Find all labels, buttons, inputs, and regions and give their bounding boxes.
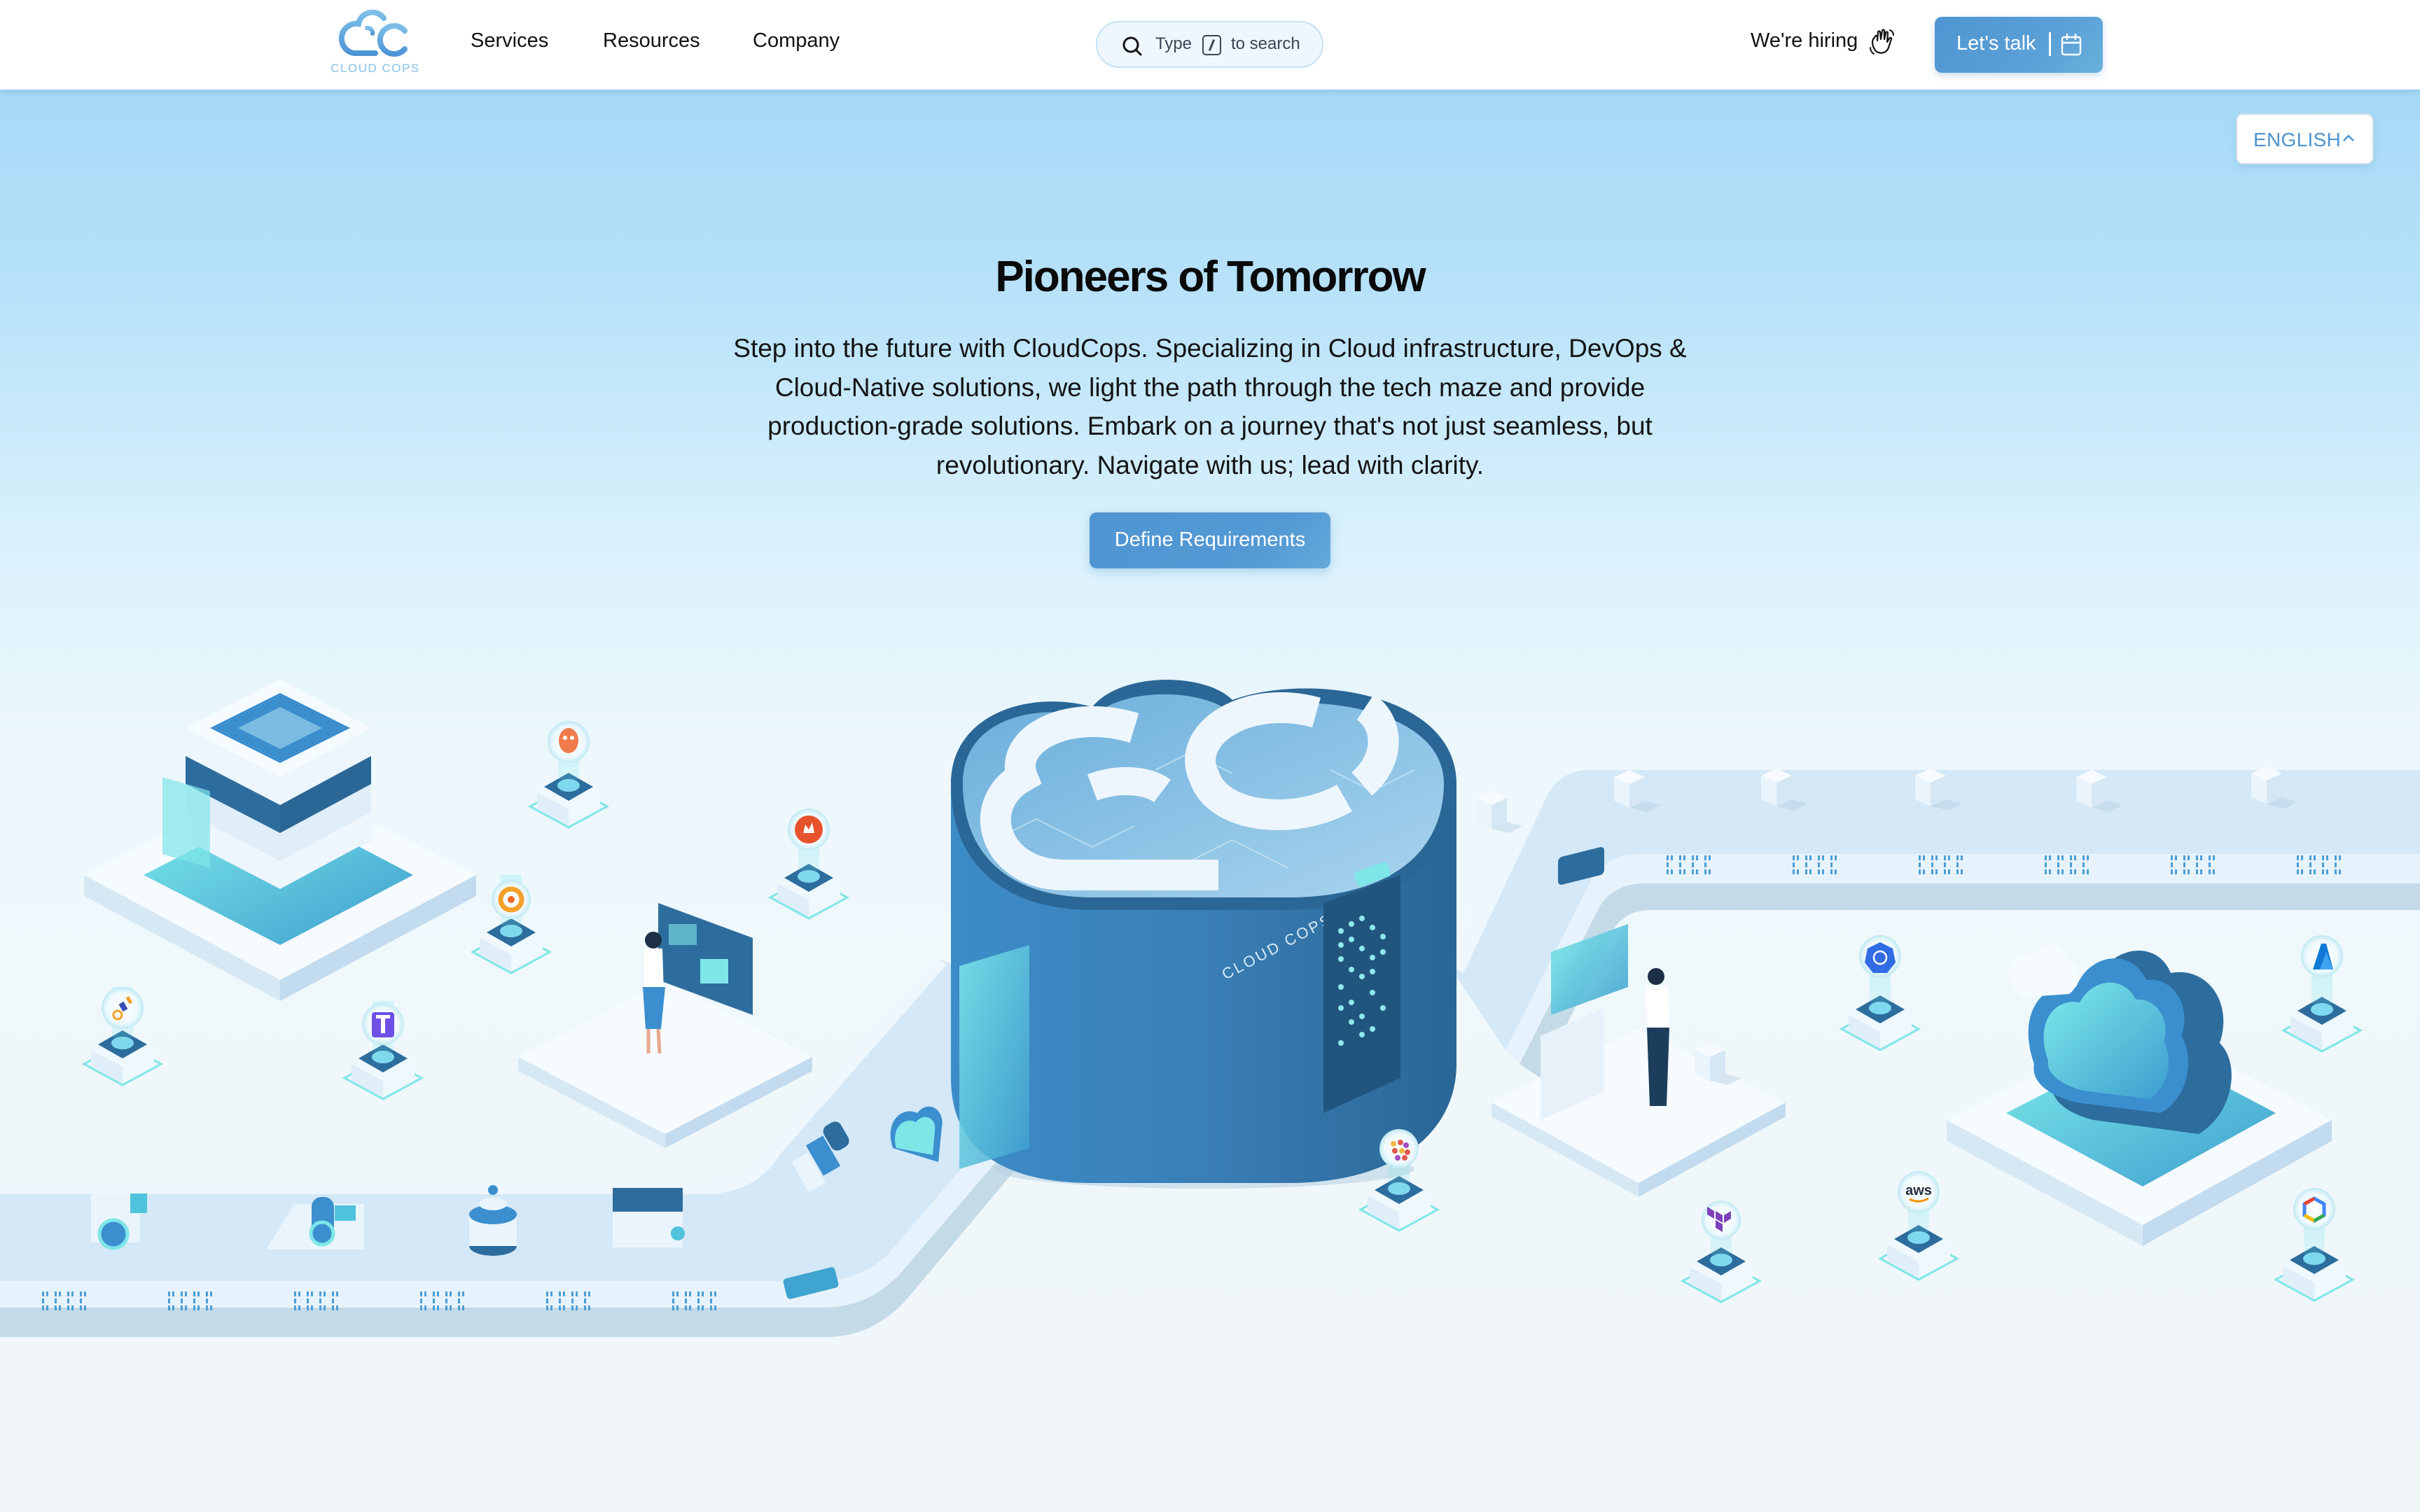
nav-company[interactable]: Company bbox=[753, 29, 840, 52]
nav-services[interactable]: Services bbox=[471, 29, 548, 52]
hero-title: Pioneers of Tomorrow bbox=[995, 253, 1426, 301]
belt-item-4 bbox=[613, 1188, 685, 1247]
right-cloud-platform bbox=[1947, 944, 2332, 1246]
button-divider bbox=[2049, 32, 2051, 56]
tool-badge-prometheus bbox=[769, 808, 849, 920]
search-icon bbox=[1122, 36, 1142, 56]
aws-icon: aws bbox=[1905, 1183, 1932, 1198]
cloud-logo-icon bbox=[338, 9, 408, 57]
tool-badge-grafana bbox=[471, 874, 551, 974]
tool-badge-keda bbox=[83, 986, 162, 1086]
tool-badge-traefik bbox=[343, 1000, 423, 1100]
hero-description: Step into the future with CloudCops. Spe… bbox=[733, 334, 1687, 479]
tool-badge-gcp bbox=[2274, 1188, 2354, 1302]
search-input[interactable]: Type to search bbox=[1096, 21, 1323, 68]
search-suffix: to search bbox=[1231, 34, 1300, 53]
left-server-tower bbox=[84, 679, 476, 1001]
nav-resources[interactable]: Resources bbox=[603, 29, 700, 52]
calendar-icon bbox=[2061, 34, 2082, 56]
tool-badge-azure bbox=[2282, 935, 2362, 1053]
lower-conveyor-belt bbox=[0, 959, 1092, 1337]
analyst-woman-platform bbox=[518, 903, 812, 1148]
argo-octopus-icon bbox=[559, 728, 578, 753]
tool-badge-kubernetes bbox=[1840, 935, 1920, 1051]
slash-key-icon bbox=[1202, 35, 1221, 55]
tool-badge-terraform bbox=[1681, 1200, 1761, 1303]
hiring-link[interactable]: We're hiring bbox=[1751, 29, 1858, 52]
define-requirements-label: Define Requirements bbox=[1114, 528, 1306, 551]
lets-talk-button[interactable]: Let's talk bbox=[1935, 17, 2103, 73]
chevron-up-icon bbox=[2343, 134, 2354, 141]
lets-talk-label: Let's talk bbox=[1956, 32, 2036, 55]
search-prefix: Type bbox=[1155, 34, 1192, 53]
tool-badge-argo bbox=[529, 721, 609, 829]
language-selector[interactable]: ENGLISH bbox=[2236, 113, 2374, 164]
language-label: ENGLISH bbox=[2253, 129, 2342, 150]
belt-item-1 bbox=[91, 1194, 147, 1250]
tool-badge-aws: aws bbox=[1879, 1171, 1959, 1281]
top-navbar: CLOUD COPS Services Resources Company Ty… bbox=[0, 0, 2420, 90]
logo-text: CLOUD COPS bbox=[331, 62, 420, 75]
central-cloudcops-server: CLOUD COPS bbox=[951, 680, 1456, 1189]
waving-hand-icon[interactable] bbox=[1867, 27, 1898, 57]
define-requirements-button[interactable]: Define Requirements bbox=[1090, 512, 1330, 568]
logo[interactable]: CLOUD COPS bbox=[326, 9, 424, 80]
hero-illustration: CLOUD COPS aws bbox=[0, 679, 2420, 1337]
